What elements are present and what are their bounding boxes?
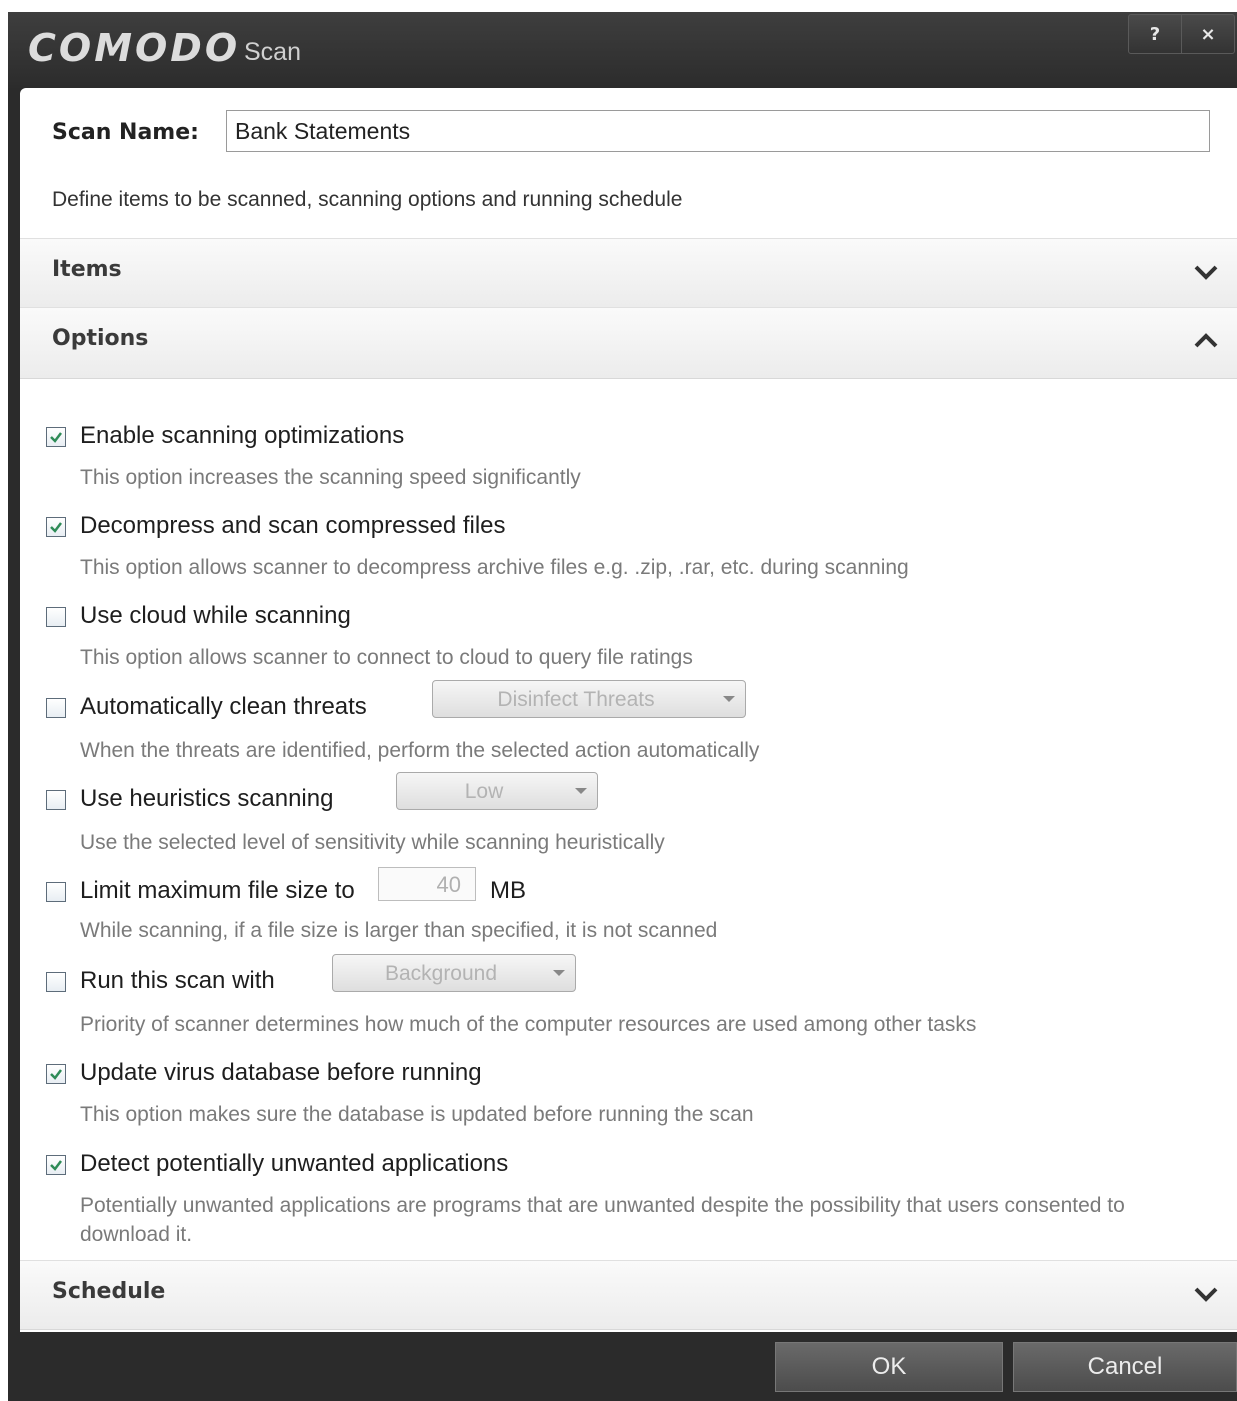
option-label[interactable]: Enable scanning optimizations <box>80 422 404 450</box>
ok-button[interactable]: OK <box>775 1342 1003 1392</box>
option-description: This option allows scanner to decompress… <box>80 556 909 579</box>
option-label[interactable]: Use cloud while scanning <box>80 602 351 630</box>
section-schedule-title: Schedule <box>52 1279 166 1304</box>
section-items-title: Items <box>52 257 122 282</box>
scan-name-label: Scan Name: <box>52 120 199 145</box>
option-description: While scanning, if a file size is larger… <box>80 919 718 942</box>
section-options-title: Options <box>52 326 149 351</box>
clean-action-dropdown[interactable]: Disinfect Threats <box>432 680 746 718</box>
option-label[interactable]: Detect potentially unwanted applications <box>80 1150 508 1178</box>
dropdown-value: Background <box>384 962 498 985</box>
dialog-footer: OK Cancel <box>8 1332 1237 1401</box>
dropdown-arrow-icon <box>553 970 565 976</box>
checkbox-update-database[interactable] <box>46 1064 66 1084</box>
window-title: Scan <box>244 38 301 66</box>
option-label[interactable]: Use heuristics scanning <box>80 785 333 813</box>
option-label[interactable]: Decompress and scan compressed files <box>80 512 506 540</box>
dropdown-arrow-icon <box>575 788 587 794</box>
checkmark-icon <box>50 522 62 533</box>
option-description: When the threats are identified, perform… <box>80 739 760 762</box>
title-bar: COMODO Scan ? × <box>8 12 1237 88</box>
dropdown-value: Disinfect Threats <box>497 688 655 711</box>
option-description: This option increases the scanning speed… <box>80 466 581 489</box>
comodo-logo: COMODO <box>28 26 241 70</box>
max-file-size-input[interactable]: 40 <box>378 867 476 901</box>
checkbox-detect-pua[interactable] <box>46 1155 66 1175</box>
checkbox-decompress-archives[interactable] <box>46 517 66 537</box>
dropdown-value: Low <box>464 780 504 803</box>
chevron-up-icon[interactable] <box>1191 326 1221 356</box>
close-button[interactable]: × <box>1181 15 1234 53</box>
cancel-button[interactable]: Cancel <box>1013 1342 1237 1392</box>
scan-dialog: COMODO Scan ? × Scan Name: Define items … <box>8 12 1237 1401</box>
section-schedule[interactable]: Schedule <box>20 1260 1237 1330</box>
checkbox-scanning-optimizations[interactable] <box>46 427 66 447</box>
window-controls: ? × <box>1128 14 1235 54</box>
option-description: Potentially unwanted applications are pr… <box>80 1194 1125 1246</box>
heuristics-level-dropdown[interactable]: Low <box>396 772 598 810</box>
option-description: Priority of scanner determines how much … <box>80 1013 977 1036</box>
option-description: Use the selected level of sensitivity wh… <box>80 831 665 854</box>
checkbox-limit-file-size[interactable] <box>46 882 66 902</box>
dropdown-arrow-icon <box>723 696 735 702</box>
intro-text: Define items to be scanned, scanning opt… <box>52 188 683 211</box>
checkbox-use-cloud[interactable] <box>46 607 66 627</box>
chevron-down-icon[interactable] <box>1191 1279 1221 1309</box>
option-description: This option makes sure the database is u… <box>80 1103 754 1126</box>
checkmark-icon <box>50 1069 62 1080</box>
checkbox-run-priority[interactable] <box>46 972 66 992</box>
option-label[interactable]: Run this scan with <box>80 967 275 995</box>
option-label[interactable]: Limit maximum file size to <box>80 877 355 905</box>
checkbox-heuristics[interactable] <box>46 790 66 810</box>
checkmark-icon <box>50 1160 62 1171</box>
file-size-unit: MB <box>490 877 526 904</box>
option-description: This option allows scanner to connect to… <box>80 646 693 669</box>
section-options[interactable]: Options <box>20 307 1237 379</box>
priority-dropdown[interactable]: Background <box>332 954 576 992</box>
checkmark-icon <box>50 432 62 443</box>
dialog-content: Scan Name: Define items to be scanned, s… <box>20 88 1237 1332</box>
scan-name-input[interactable] <box>226 110 1210 152</box>
section-items[interactable]: Items <box>20 238 1237 308</box>
option-label[interactable]: Automatically clean threats <box>80 693 367 721</box>
checkbox-auto-clean[interactable] <box>46 698 66 718</box>
chevron-down-icon[interactable] <box>1191 257 1221 287</box>
help-button[interactable]: ? <box>1129 15 1181 53</box>
option-label[interactable]: Update virus database before running <box>80 1059 482 1087</box>
